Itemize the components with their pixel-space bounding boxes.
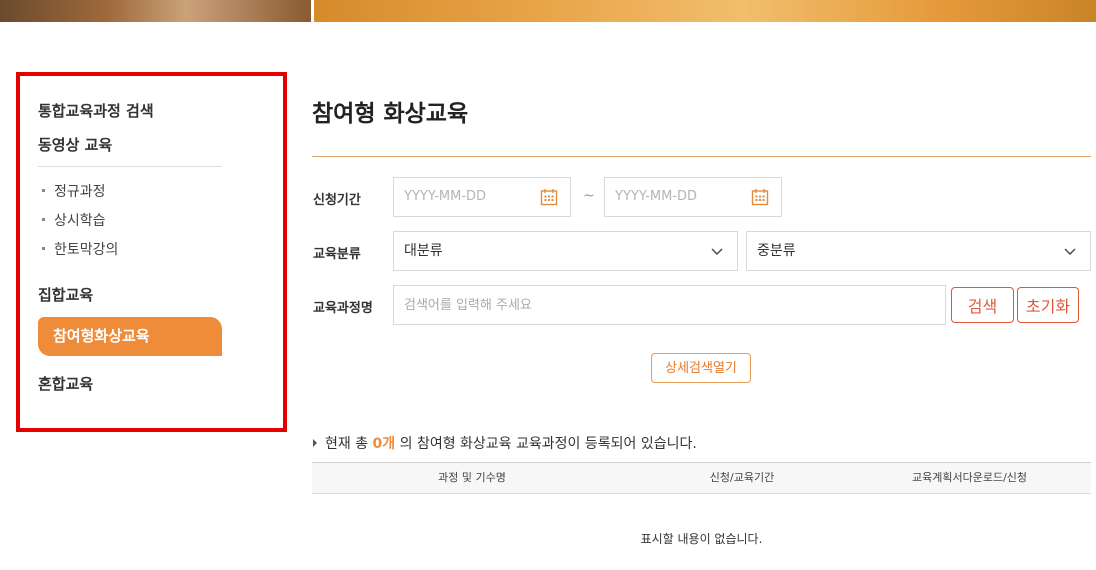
banner-image-right — [314, 0, 1096, 22]
major-category-select[interactable]: 대분류 — [393, 231, 738, 271]
calendar-icon[interactable] — [751, 188, 769, 206]
category-label: 교육분류 — [313, 247, 361, 262]
search-button[interactable]: 검색 — [951, 287, 1014, 323]
bullet-icon — [42, 246, 45, 250]
course-count-line: 현재 총 0개 의 참여형 화상교육 교육과정이 등록되어 있습니다. — [313, 433, 697, 453]
triangle-bullet-icon — [313, 439, 317, 447]
date-to-field[interactable]: YYYY-MM-DD — [604, 177, 782, 217]
sidebar-item-participatory-video[interactable]: 참여형화상교육 — [38, 317, 222, 356]
date-to-placeholder: YYYY-MM-DD — [615, 189, 698, 204]
reset-button[interactable]: 초기화 — [1017, 287, 1079, 323]
table-empty-message: 표시할 내용이 없습니다. — [640, 532, 763, 546]
sidebar-item-integrated-search[interactable]: 통합교육과정 검색 — [38, 100, 154, 121]
title-divider — [312, 156, 1091, 157]
period-label: 신청기간 — [313, 193, 361, 208]
top-banner — [0, 0, 1096, 22]
course-count-value: 0개 — [372, 436, 396, 452]
date-from-placeholder: YYYY-MM-DD — [404, 189, 487, 204]
course-search-input[interactable] — [393, 285, 946, 325]
banner-image-left — [0, 0, 311, 22]
date-from-field[interactable]: YYYY-MM-DD — [393, 177, 571, 217]
sidebar-subitem-regular[interactable]: 정규과정 — [42, 181, 106, 201]
minor-category-value: 중분류 — [757, 243, 796, 259]
column-download-apply: 교육계획서다운로드/신청 — [911, 471, 1028, 484]
sidebar-subitem-short-lecture[interactable]: 한토막강의 — [42, 239, 118, 259]
sidebar-item-blended-education[interactable]: 혼합교육 — [38, 373, 93, 394]
chevron-down-icon — [1064, 248, 1076, 255]
sidebar-divider — [38, 166, 222, 167]
bullet-icon — [42, 217, 45, 221]
sidebar-item-group-education[interactable]: 집합교육 — [38, 284, 93, 305]
course-name-label: 교육과정명 — [313, 301, 373, 316]
major-category-value: 대분류 — [404, 243, 443, 259]
table-header: 과정 및 기수명 신청/교육기간 교육계획서다운로드/신청 — [312, 462, 1091, 494]
sidebar-item-video-education[interactable]: 동영상 교육 — [38, 134, 112, 155]
sidebar-nav: 통합교육과정 검색 동영상 교육 정규과정 상시학습 한토막강의 집합교육 참여… — [16, 72, 287, 432]
bullet-icon — [42, 188, 45, 192]
detail-search-toggle-button[interactable]: 상세검색열기 — [651, 353, 751, 383]
date-range-separator: ~ — [583, 188, 595, 204]
sidebar-subitem-always[interactable]: 상시학습 — [42, 210, 106, 230]
chevron-down-icon — [711, 248, 723, 255]
calendar-icon[interactable] — [540, 188, 558, 206]
page-title: 참여형 화상교육 — [312, 101, 469, 127]
minor-category-select[interactable]: 중분류 — [746, 231, 1091, 271]
